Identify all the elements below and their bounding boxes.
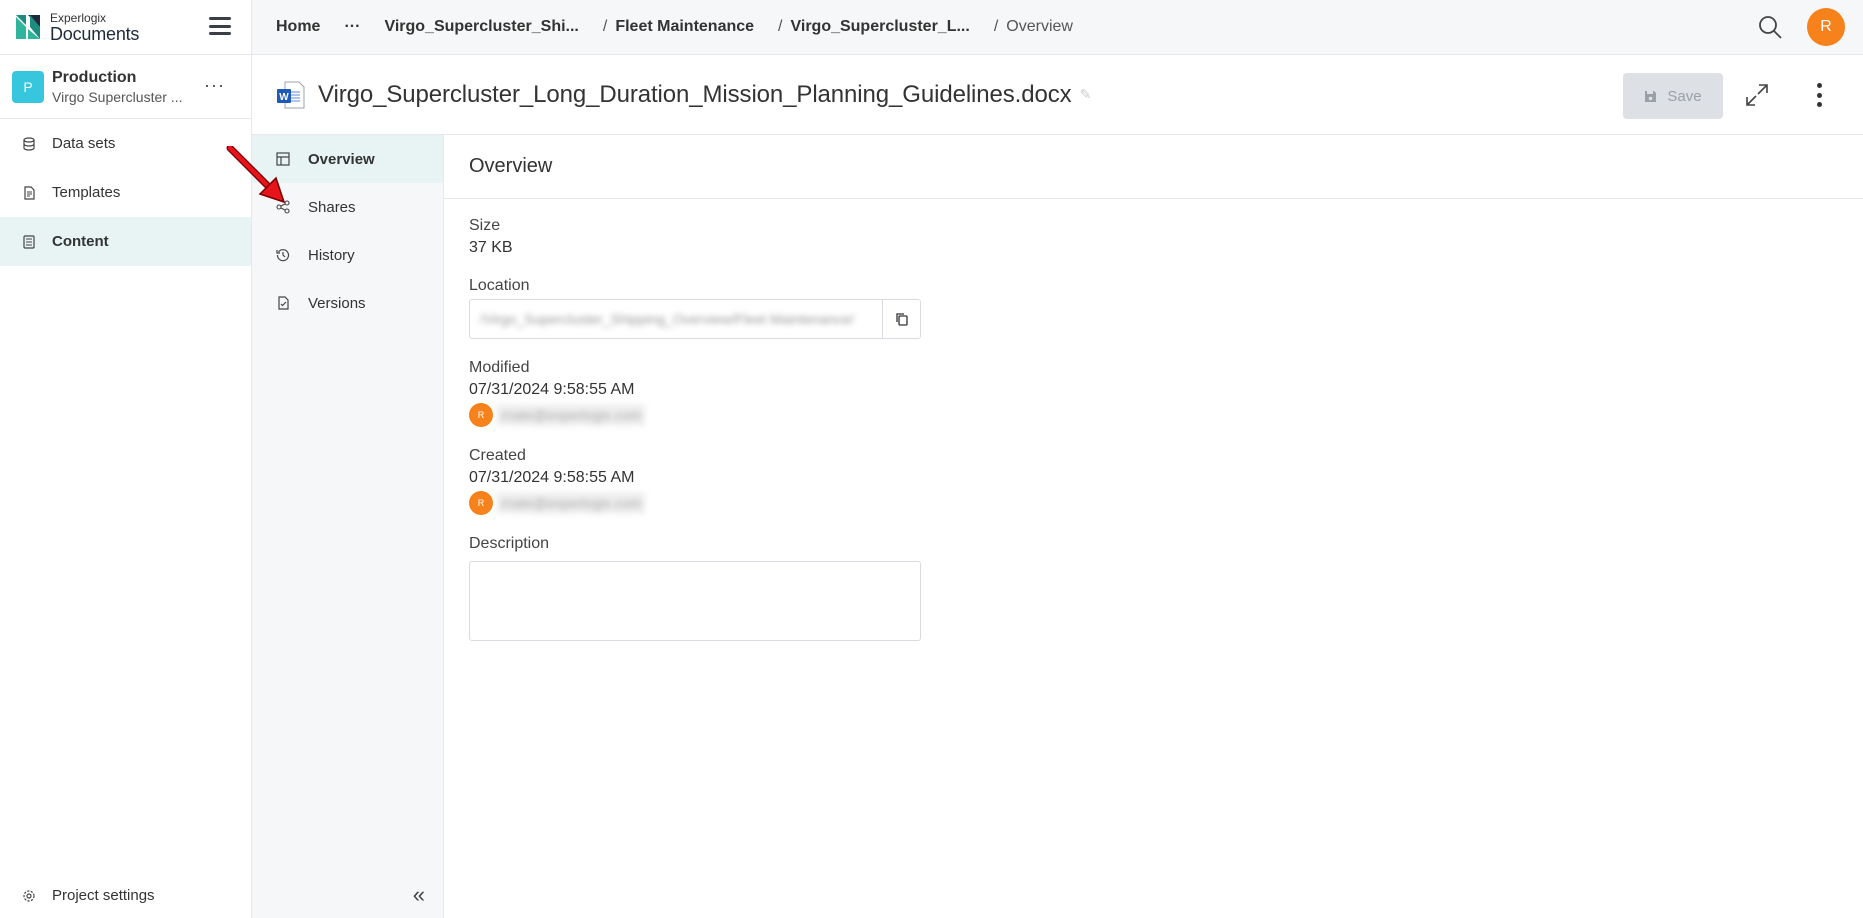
breadcrumb-item-document[interactable]: Virgo_Supercluster_L...: [778, 18, 969, 36]
created-user-email: rnate@experlogix.com: [497, 492, 646, 514]
page-title: Overview: [444, 135, 1863, 199]
save-button[interactable]: Save: [1623, 73, 1723, 119]
avatar: R: [469, 491, 493, 515]
project-badge: P: [12, 70, 44, 103]
breadcrumb-home[interactable]: Home: [276, 18, 320, 36]
breadcrumb-item-folder[interactable]: Virgo_Supercluster_Shi...: [384, 18, 578, 36]
location-field: Location /Virgo_Supercluster_Shipping_Ov…: [469, 277, 1863, 339]
modified-label: Modified: [469, 359, 530, 376]
sidebar-item-label: Content: [52, 233, 109, 250]
gear-icon: [23, 889, 35, 902]
tab-label: Shares: [308, 198, 356, 216]
created-label: Created: [469, 447, 526, 464]
app-sidebar: Experlogix Documents P Production Virgo …: [0, 0, 252, 918]
project-settings-button[interactable]: Project settings: [0, 873, 251, 918]
collapse-panel-icon[interactable]: «: [413, 882, 425, 908]
modified-user: R rnate@experlogix.com: [469, 403, 1863, 427]
logo-text: Experlogix Documents: [50, 12, 139, 43]
breadcrumb: Home ··· Virgo_Supercluster_Shi... Fleet…: [276, 18, 1097, 36]
document-header: W Virgo_Supercluster_Long_Duration_Missi…: [252, 55, 1863, 135]
edit-title-pencil-icon[interactable]: ✎: [1080, 86, 1092, 103]
size-field: Size 37 KB: [469, 217, 1863, 257]
modified-value: 07/31/2024 9:58:55 AM: [469, 381, 635, 398]
logo-row: Experlogix Documents: [0, 0, 251, 55]
tab-label: History: [308, 246, 355, 264]
tab-overview[interactable]: Overview: [252, 135, 443, 183]
location-label: Location: [469, 277, 530, 294]
project-selector[interactable]: P Production Virgo Supercluster ... ···: [0, 55, 251, 119]
document-subnav: Overview Shares History Versions «: [252, 135, 444, 918]
table-icon: [276, 152, 290, 166]
tab-label: Versions: [308, 294, 366, 312]
overview-fields: Size 37 KB Location /Virgo_Supercluster_…: [444, 199, 1863, 641]
save-disk-icon: [1645, 90, 1657, 102]
project-settings-label: Project settings: [52, 887, 155, 904]
search-icon[interactable]: [1757, 14, 1783, 40]
tab-label: Overview: [308, 150, 375, 168]
location-value[interactable]: /Virgo_Supercluster_Shipping_Overview/Fl…: [470, 300, 882, 338]
template-file-icon: [24, 185, 35, 200]
share-icon: [276, 200, 290, 214]
size-value: 37 KB: [469, 239, 513, 256]
created-field: Created 07/31/2024 9:58:55 AM R rnate@ex…: [469, 447, 1863, 515]
logo-product: Documents: [50, 23, 140, 44]
top-bar: Home ··· Virgo_Supercluster_Shi... Fleet…: [252, 0, 1863, 55]
location-box: /Virgo_Supercluster_Shipping_Overview/Fl…: [469, 299, 921, 339]
tab-versions[interactable]: Versions: [252, 279, 443, 327]
document-title: Virgo_Supercluster_Long_Duration_Mission…: [318, 80, 1072, 108]
modified-user-email: rnate@experlogix.com: [497, 404, 646, 426]
logo-company: Experlogix: [50, 10, 107, 25]
breadcrumb-item-fleet-maintenance[interactable]: Fleet Maintenance: [603, 18, 754, 36]
sidebar-item-templates[interactable]: Templates: [0, 168, 251, 217]
copy-icon: [895, 313, 908, 326]
description-input[interactable]: [469, 561, 921, 641]
avatar: R: [469, 403, 493, 427]
project-name: Production: [52, 68, 137, 86]
sidebar-item-label: Data sets: [52, 135, 116, 152]
created-value: 07/31/2024 9:58:55 AM: [469, 469, 635, 486]
content-icon: [23, 234, 35, 249]
main-nav: Data sets Templates Content: [0, 119, 251, 266]
breadcrumb-current: Overview: [994, 18, 1073, 36]
size-label: Size: [469, 217, 501, 234]
tab-history[interactable]: History: [252, 231, 443, 279]
expand-fullscreen-icon[interactable]: [1743, 81, 1771, 109]
word-document-icon: W: [277, 81, 305, 108]
sidebar-item-label: Templates: [52, 184, 121, 201]
tab-shares[interactable]: Shares: [252, 183, 443, 231]
copy-location-button[interactable]: [882, 300, 920, 338]
more-options-icon[interactable]: [1817, 83, 1823, 107]
description-label: Description: [469, 535, 550, 552]
versions-icon: [278, 296, 289, 310]
experlogix-logo-icon: [16, 15, 40, 39]
created-user: R rnate@experlogix.com: [469, 491, 1863, 515]
svg-text:W: W: [279, 92, 289, 103]
user-avatar[interactable]: R: [1807, 8, 1845, 46]
project-text: Production Virgo Supercluster ...: [52, 69, 182, 105]
project-subtitle: Virgo Supercluster ...: [52, 88, 183, 105]
overview-panel: Overview Size 37 KB Location /Virgo_Supe…: [444, 135, 1863, 918]
description-field: Description: [469, 535, 1863, 641]
save-button-label: Save: [1667, 87, 1702, 105]
history-icon: [276, 249, 290, 262]
breadcrumb-ellipsis[interactable]: ···: [344, 18, 360, 36]
modified-field: Modified 07/31/2024 9:58:55 AM R rnate@e…: [469, 359, 1863, 427]
database-icon: [23, 136, 35, 151]
sidebar-item-data-sets[interactable]: Data sets: [0, 119, 251, 168]
sidebar-item-content[interactable]: Content: [0, 217, 251, 266]
project-more-icon[interactable]: ···: [204, 75, 225, 96]
hamburger-menu-icon[interactable]: [209, 17, 231, 35]
